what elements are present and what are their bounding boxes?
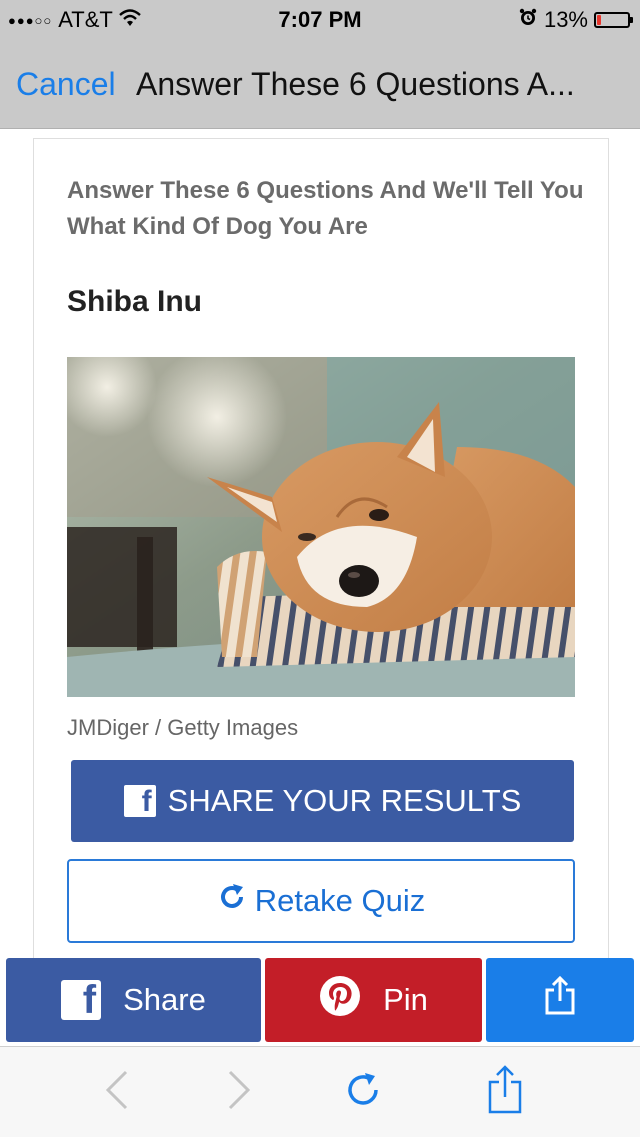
quiz-title: Answer These 6 Questions And We'll Tell … bbox=[67, 177, 584, 240]
retake-quiz-button[interactable]: Retake Quiz bbox=[67, 859, 575, 943]
battery-icon bbox=[594, 12, 633, 28]
page-title: Answer These 6 Questions A... bbox=[136, 66, 575, 102]
share-results-label: SHARE YOUR RESULTS bbox=[167, 783, 522, 818]
retake-quiz-label: Retake Quiz bbox=[254, 883, 426, 918]
social-share-bar: f Share Pin bbox=[0, 958, 640, 1044]
pinterest-icon bbox=[319, 975, 361, 1025]
navigation-bar: Cancel Answer These 6 Questions A... bbox=[0, 40, 640, 129]
photo-credit: JMDiger / Getty Images bbox=[67, 715, 299, 740]
forward-button[interactable] bbox=[216, 1069, 262, 1115]
alarm-icon bbox=[518, 7, 538, 33]
battery-percent: 13% bbox=[543, 7, 588, 32]
facebook-share-label: Share bbox=[123, 982, 206, 1017]
chevron-right-icon bbox=[224, 1069, 254, 1116]
quiz-result-card: Answer These 6 Questions And We'll Tell … bbox=[33, 138, 609, 959]
dog-photo bbox=[67, 357, 575, 697]
facebook-icon: f bbox=[61, 980, 102, 1020]
battery-level-fill bbox=[597, 15, 602, 25]
chevron-left-icon bbox=[102, 1069, 132, 1116]
share-results-button[interactable]: f SHARE YOUR RESULTS bbox=[71, 760, 574, 842]
cancel-button[interactable]: Cancel bbox=[16, 66, 116, 103]
reload-button[interactable] bbox=[340, 1069, 386, 1115]
pinterest-pin-button[interactable]: Pin bbox=[265, 958, 482, 1042]
back-button[interactable] bbox=[94, 1069, 140, 1115]
facebook-share-button[interactable]: f Share bbox=[6, 958, 261, 1042]
pinterest-pin-label: Pin bbox=[383, 982, 428, 1017]
browser-toolbar bbox=[0, 1046, 640, 1137]
facebook-icon: f bbox=[123, 785, 156, 817]
share-button[interactable] bbox=[482, 1064, 528, 1115]
refresh-icon bbox=[217, 882, 247, 920]
more-share-button[interactable] bbox=[486, 958, 634, 1042]
status-bar: ●●●○○ AT&T 7:07 PM 13% bbox=[0, 0, 640, 40]
share-icon bbox=[485, 1064, 525, 1121]
result-heading: Shiba Inu bbox=[67, 285, 202, 318]
refresh-icon bbox=[343, 1070, 383, 1115]
share-icon bbox=[543, 975, 577, 1024]
status-right: 13% bbox=[518, 7, 633, 33]
